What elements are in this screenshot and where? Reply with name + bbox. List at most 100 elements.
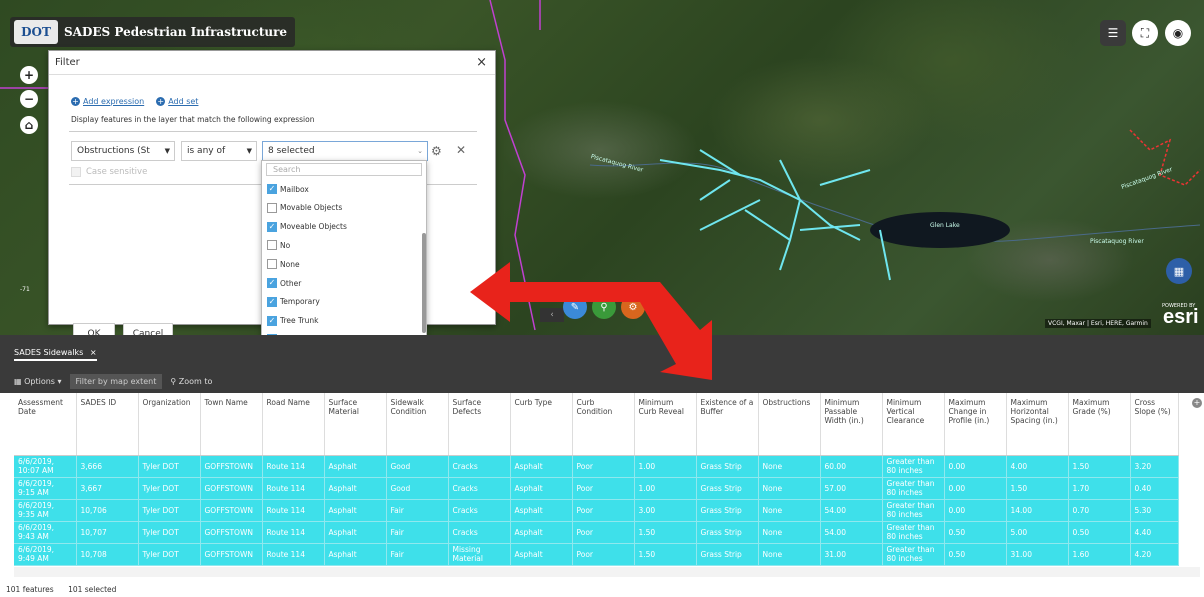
- column-header[interactable]: Sidewalk Condition: [386, 393, 449, 456]
- column-header[interactable]: Curb Condition: [572, 393, 635, 456]
- close-icon[interactable]: ×: [476, 55, 487, 70]
- query-widget-icon[interactable]: ⚙: [621, 295, 645, 319]
- table-cell: 31.00: [820, 543, 883, 566]
- map-label-river: Piscataquog River: [1090, 238, 1144, 245]
- column-header[interactable]: Maximum Horizontal Spacing (in.): [1006, 393, 1069, 456]
- checked-checkbox[interactable]: ✓: [267, 221, 277, 232]
- table-cell: Asphalt: [510, 455, 573, 478]
- table-cell: Tyler DOT: [138, 543, 201, 566]
- field-select[interactable]: Obstructions (St ▼: [71, 141, 175, 161]
- table-cell: Poor: [572, 499, 635, 522]
- visibility-icon[interactable]: ◉: [1165, 20, 1191, 46]
- table-cell: 6/6/2019, 9:35 AM: [14, 499, 77, 522]
- table-cell: Good: [386, 455, 449, 478]
- checked-checkbox[interactable]: ✓: [267, 278, 277, 288]
- column-header[interactable]: Existence of a Buffer: [696, 393, 759, 456]
- operator-select[interactable]: is any of ▼: [181, 141, 257, 161]
- column-header[interactable]: Town Name: [200, 393, 263, 456]
- column-header[interactable]: Cross Slope (%): [1130, 393, 1179, 456]
- table-row[interactable]: 6/6/2019, 10:07 AM 3,666 Tyler DOT GOFFSTOW…: [14, 455, 1179, 478]
- column-header[interactable]: Road Name: [262, 393, 325, 456]
- dropdown-search-input[interactable]: Search: [266, 163, 422, 176]
- app-title: SADES Pedestrian Infrastructure: [64, 25, 288, 39]
- caret-down-icon: ▼: [164, 147, 170, 155]
- column-header[interactable]: Assessment Date: [14, 393, 77, 456]
- options-menu[interactable]: ▦ Options ▾: [14, 377, 62, 386]
- column-header[interactable]: Minimum Passable Width (in.): [820, 393, 883, 456]
- locate-widget-icon[interactable]: ⚲: [592, 295, 616, 319]
- table-row[interactable]: 6/6/2019, 9:43 AM 10,707 Tyler DOT GOFFSTOW…: [14, 521, 1179, 544]
- zoom-to-button[interactable]: ⚲ Zoom to: [170, 377, 212, 386]
- filter-dialog-header: Filter ×: [49, 51, 495, 75]
- value-select[interactable]: 8 selected ⌄: [262, 141, 428, 161]
- horizontal-scrollbar[interactable]: [14, 567, 1200, 577]
- dot-logo: DOT: [14, 20, 58, 44]
- dropdown-option[interactable]: ✓ Mailbox: [267, 180, 309, 198]
- column-header[interactable]: Curb Type: [510, 393, 573, 456]
- table-cell: Asphalt: [510, 477, 573, 500]
- gear-icon[interactable]: ⚙: [431, 144, 442, 158]
- table-cell: Cracks: [448, 455, 511, 478]
- scale-label: -71: [20, 286, 30, 293]
- table-cell: Grass Strip: [696, 455, 759, 478]
- column-header[interactable]: SADES ID: [76, 393, 139, 456]
- table-cell: 0.50: [1068, 521, 1131, 544]
- add-set-label: Add set: [168, 97, 199, 106]
- column-header[interactable]: Maximum Change in Profile (in.): [944, 393, 1007, 456]
- unchecked-checkbox[interactable]: [267, 259, 277, 270]
- table-cell: Grass Strip: [696, 521, 759, 544]
- table-cell: Fair: [386, 543, 449, 566]
- checked-checkbox[interactable]: ✓: [267, 315, 277, 326]
- add-expression-link[interactable]: + Add expression: [71, 97, 144, 106]
- table-cell: 3.20: [1130, 455, 1179, 478]
- widget-prev-button[interactable]: ‹: [540, 308, 564, 322]
- dropdown-option[interactable]: ✓ Tree Trunk: [267, 312, 318, 330]
- edit-widget-icon[interactable]: ✎: [563, 295, 587, 319]
- unchecked-checkbox[interactable]: [267, 202, 277, 213]
- table-cell: GOFFSTOWN: [200, 521, 263, 544]
- tab-sades-sidewalks[interactable]: SADES Sidewalks ×: [14, 348, 97, 361]
- zoom-out-button[interactable]: −: [20, 90, 38, 108]
- table-cell: Asphalt: [324, 477, 387, 500]
- table-cell: 1.50: [1068, 455, 1131, 478]
- table-row[interactable]: 6/6/2019, 9:35 AM 10,706 Tyler DOT GOFFSTOW…: [14, 499, 1179, 522]
- table-cell: 57.00: [820, 477, 883, 500]
- app-root: DOT SADES Pedestrian Infrastructure + − …: [0, 0, 1204, 597]
- case-sensitive-option: Case sensitive: [71, 167, 147, 177]
- layer-list-icon[interactable]: ☰: [1100, 20, 1126, 46]
- remove-expression-icon[interactable]: ✕: [456, 143, 466, 157]
- home-button[interactable]: ⌂: [20, 116, 38, 134]
- attribute-table-icon[interactable]: ▦: [1166, 258, 1192, 284]
- table-row[interactable]: 6/6/2019, 9:15 AM 3,667 Tyler DOT GOFFSTOWN…: [14, 477, 1179, 500]
- checked-checkbox[interactable]: ✓: [267, 296, 277, 307]
- dropdown-option[interactable]: None: [267, 255, 300, 273]
- column-header[interactable]: Minimum Curb Reveal: [634, 393, 697, 456]
- checked-checkbox[interactable]: ✓: [267, 184, 277, 194]
- dropdown-option[interactable]: ✓ Temporary: [267, 293, 320, 311]
- dropdown-option[interactable]: ✓ Other: [267, 274, 301, 292]
- dropdown-option[interactable]: ✓ Moveable Objects: [267, 218, 347, 236]
- column-header[interactable]: Minimum Vertical Clearance: [882, 393, 945, 456]
- table-cell: Route 114: [262, 499, 325, 522]
- zoom-in-button[interactable]: +: [20, 66, 38, 84]
- add-column-icon[interactable]: +: [1192, 398, 1202, 408]
- options-label: Options: [24, 376, 55, 386]
- close-icon[interactable]: ×: [90, 348, 97, 357]
- table-cell: Cracks: [448, 477, 511, 500]
- column-header[interactable]: Maximum Grade (%): [1068, 393, 1131, 456]
- fullscreen-icon[interactable]: ⛶: [1132, 20, 1158, 46]
- column-header[interactable]: Surface Material: [324, 393, 387, 456]
- column-header[interactable]: Organization: [138, 393, 201, 456]
- unchecked-checkbox[interactable]: [267, 240, 277, 251]
- column-header[interactable]: Surface Defects: [448, 393, 511, 456]
- filter-extent-button[interactable]: Filter by map extent: [69, 373, 163, 389]
- add-set-link[interactable]: + Add set: [156, 97, 198, 106]
- dropdown-option[interactable]: Movable Objects: [267, 199, 342, 217]
- table-cell: 1.50: [634, 521, 697, 544]
- table-row[interactable]: 6/6/2019, 9:49 AM 10,708 Tyler DOT GOFFSTOW…: [14, 543, 1179, 566]
- dropdown-scrollbar[interactable]: [422, 233, 426, 333]
- dropdown-option[interactable]: No: [267, 236, 290, 254]
- dropdown-option-label: Other: [280, 278, 302, 288]
- table-cell: 6/6/2019, 9:49 AM: [14, 543, 77, 566]
- column-header[interactable]: Obstructions: [758, 393, 821, 456]
